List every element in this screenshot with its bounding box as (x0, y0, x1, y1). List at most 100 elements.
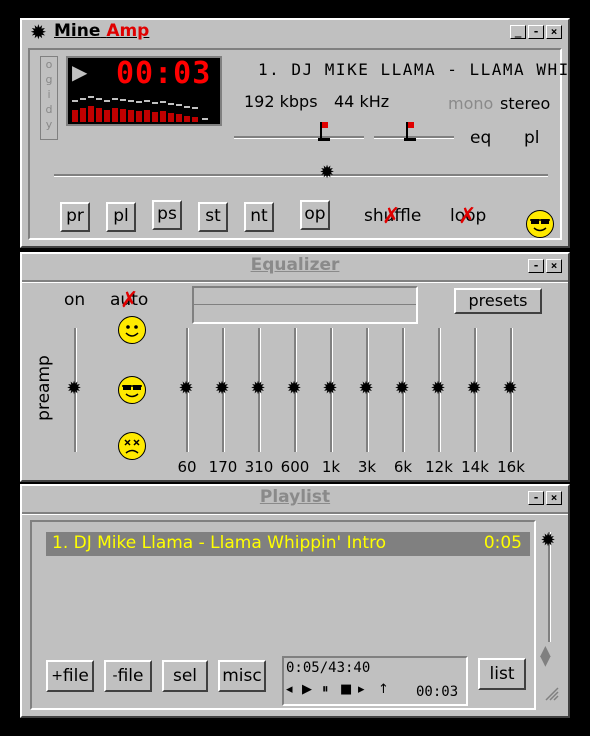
band-handle-60-icon[interactable]: ✹ (177, 380, 195, 398)
mini-pause-icon[interactable]: ⏸ (322, 682, 329, 697)
band-handle-12k-icon[interactable]: ✹ (429, 380, 447, 398)
band-label-1k: 1k (321, 458, 341, 476)
seek-handle-icon[interactable]: ✹ (318, 164, 336, 182)
playlist-window: Playlist - × 1. DJ Mike Llama - Llama Wh… (20, 484, 570, 718)
band-label-14k: 14k (461, 458, 489, 476)
app-title-mine: Mine (54, 21, 101, 41)
next-button[interactable]: nt (244, 202, 274, 232)
band-handle-600-icon[interactable]: ✹ (285, 380, 303, 398)
loop-off-icon: ✗ (458, 204, 477, 229)
mini-prev-icon[interactable]: ◂ (286, 682, 293, 697)
band-label-170: 170 (208, 458, 238, 476)
pl-divider (22, 512, 568, 515)
add-file-label: file (62, 666, 89, 686)
playlist-entry-time: 0:05 (483, 533, 522, 553)
volume-slider-handle[interactable] (318, 120, 332, 150)
pl-toggle[interactable]: pl (524, 128, 540, 148)
mini-time: 00:03 (416, 684, 459, 700)
pause-button[interactable]: ps (152, 200, 182, 230)
mini-player: 0:05/43:40 ◂ ▶ ⏸ ■ ▸ ↑ 00:03 (282, 656, 468, 706)
eq-divider (22, 280, 568, 283)
add-file-button[interactable]: +file (46, 660, 94, 692)
play-state-icon: ▶ (72, 60, 88, 84)
spectrum-analyzer (72, 94, 212, 122)
misc-button[interactable]: misc (218, 660, 266, 692)
eq-curve-line (194, 304, 416, 305)
preamp-handle-icon[interactable]: ✹ (65, 380, 83, 398)
playlist-panel: 1. DJ Mike Llama - Llama Whippin' Intro … (30, 520, 536, 710)
band-label-6k: 6k (393, 458, 413, 476)
app-title: Mine Amp (54, 21, 149, 41)
preamp-label: preamp (34, 355, 54, 421)
band-handle-170-icon[interactable]: ✹ (213, 380, 231, 398)
remove-file-button[interactable]: -file (104, 660, 152, 692)
mini-next-icon[interactable]: ▸ (358, 682, 365, 697)
sun-menu-icon[interactable]: ✹ (30, 20, 47, 44)
shuffle-off-icon: ✗ (382, 204, 401, 229)
band-handle-1k-icon[interactable]: ✹ (321, 380, 339, 398)
scroll-arrows-icon[interactable]: ▲ ▼ (540, 644, 551, 668)
close-button[interactable]: × (546, 25, 562, 39)
band-handle-16k-icon[interactable]: ✹ (501, 380, 519, 398)
eq-shade-button[interactable]: - (528, 259, 544, 273)
eq-toggle[interactable]: eq (470, 128, 491, 148)
band-handle-14k-icon[interactable]: ✹ (465, 380, 483, 398)
playlist-title: Playlist (259, 487, 331, 507)
time-display[interactable]: 00:03 (116, 56, 211, 91)
cool-smiley-icon[interactable] (526, 210, 554, 238)
cool-eq-smiley-icon (118, 376, 146, 404)
band-handle-6k-icon[interactable]: ✹ (393, 380, 411, 398)
volume-track (234, 136, 364, 139)
band-label-600: 600 (280, 458, 310, 476)
shuffle-toggle[interactable]: shuffle ✗ (364, 204, 421, 229)
band-handle-3k-icon[interactable]: ✹ (357, 380, 375, 398)
minimize-button[interactable]: _ (510, 25, 526, 39)
play-button[interactable]: pl (106, 202, 136, 232)
pl-close-button[interactable]: × (546, 491, 562, 505)
list-button[interactable]: list (478, 658, 526, 690)
band-label-60: 60 (177, 458, 197, 476)
playlist-scroll-handle-icon[interactable]: ✹ (539, 532, 557, 550)
resize-grip-icon[interactable] (542, 684, 560, 702)
presets-button[interactable]: presets (454, 288, 542, 314)
equalizer-window: Equalizer - × on auto ✗ presets preamp ✹… (20, 252, 570, 482)
mini-stop-icon[interactable]: ■ (340, 682, 352, 697)
eq-on-toggle[interactable]: on (64, 290, 85, 310)
happy-smiley-icon (118, 316, 146, 344)
eq-auto-off-icon: ✗ (120, 288, 139, 313)
lcd-display[interactable]: ▶ 00:03 (66, 56, 222, 126)
playlist-entry[interactable]: 1. DJ Mike Llama - Llama Whippin' Intro … (46, 532, 530, 556)
eq-curve-display (192, 286, 418, 324)
balance-slider-handle[interactable] (404, 120, 418, 150)
main-panel: o g i d y ▶ 00:03 1. DJ MIKE LLAMA - LLA… (28, 48, 590, 240)
main-titlebar[interactable]: ✹ Mine Amp _ - × (22, 20, 568, 44)
total-time: 0:05/43:40 (286, 660, 371, 676)
mono-indicator: mono (448, 94, 494, 113)
dead-smiley-icon (118, 432, 146, 460)
bitrate: 192 kbps (244, 92, 318, 111)
equalizer-titlebar[interactable]: Equalizer - × (22, 254, 568, 278)
mini-eject-icon[interactable]: ↑ (378, 682, 389, 697)
playlist-entry-title: 1. DJ Mike Llama - Llama Whippin' Intro (52, 533, 387, 553)
eq-close-button[interactable]: × (546, 259, 562, 273)
eq-auto-toggle[interactable]: auto ✗ (110, 288, 148, 313)
previous-button[interactable]: pr (60, 202, 90, 232)
loop-toggle[interactable]: loop ✗ (450, 204, 486, 229)
pl-shade-button[interactable]: - (528, 491, 544, 505)
stop-button[interactable]: st (198, 202, 228, 232)
select-button[interactable]: sel (162, 660, 208, 692)
add-file-prefix: + (51, 668, 63, 684)
band-handle-310-icon[interactable]: ✹ (249, 380, 267, 398)
band-label-3k: 3k (357, 458, 377, 476)
song-title[interactable]: 1. DJ MIKE LLAMA - LLAMA WHIPP (258, 60, 590, 79)
main-window: ✹ Mine Amp _ - × o g i d y ▶ 00:03 1. DJ… (20, 18, 590, 248)
vis-tab[interactable]: o g i d y (40, 56, 58, 140)
samplerate: 44 kHz (334, 92, 390, 111)
open-button[interactable]: op (300, 200, 330, 230)
app-title-amp: Amp (106, 21, 150, 41)
shade-button[interactable]: - (528, 25, 544, 39)
seek-track (54, 174, 548, 177)
mini-play-icon[interactable]: ▶ (302, 682, 312, 697)
playlist-titlebar[interactable]: Playlist - × (22, 486, 568, 510)
band-label-16k: 16k (497, 458, 525, 476)
